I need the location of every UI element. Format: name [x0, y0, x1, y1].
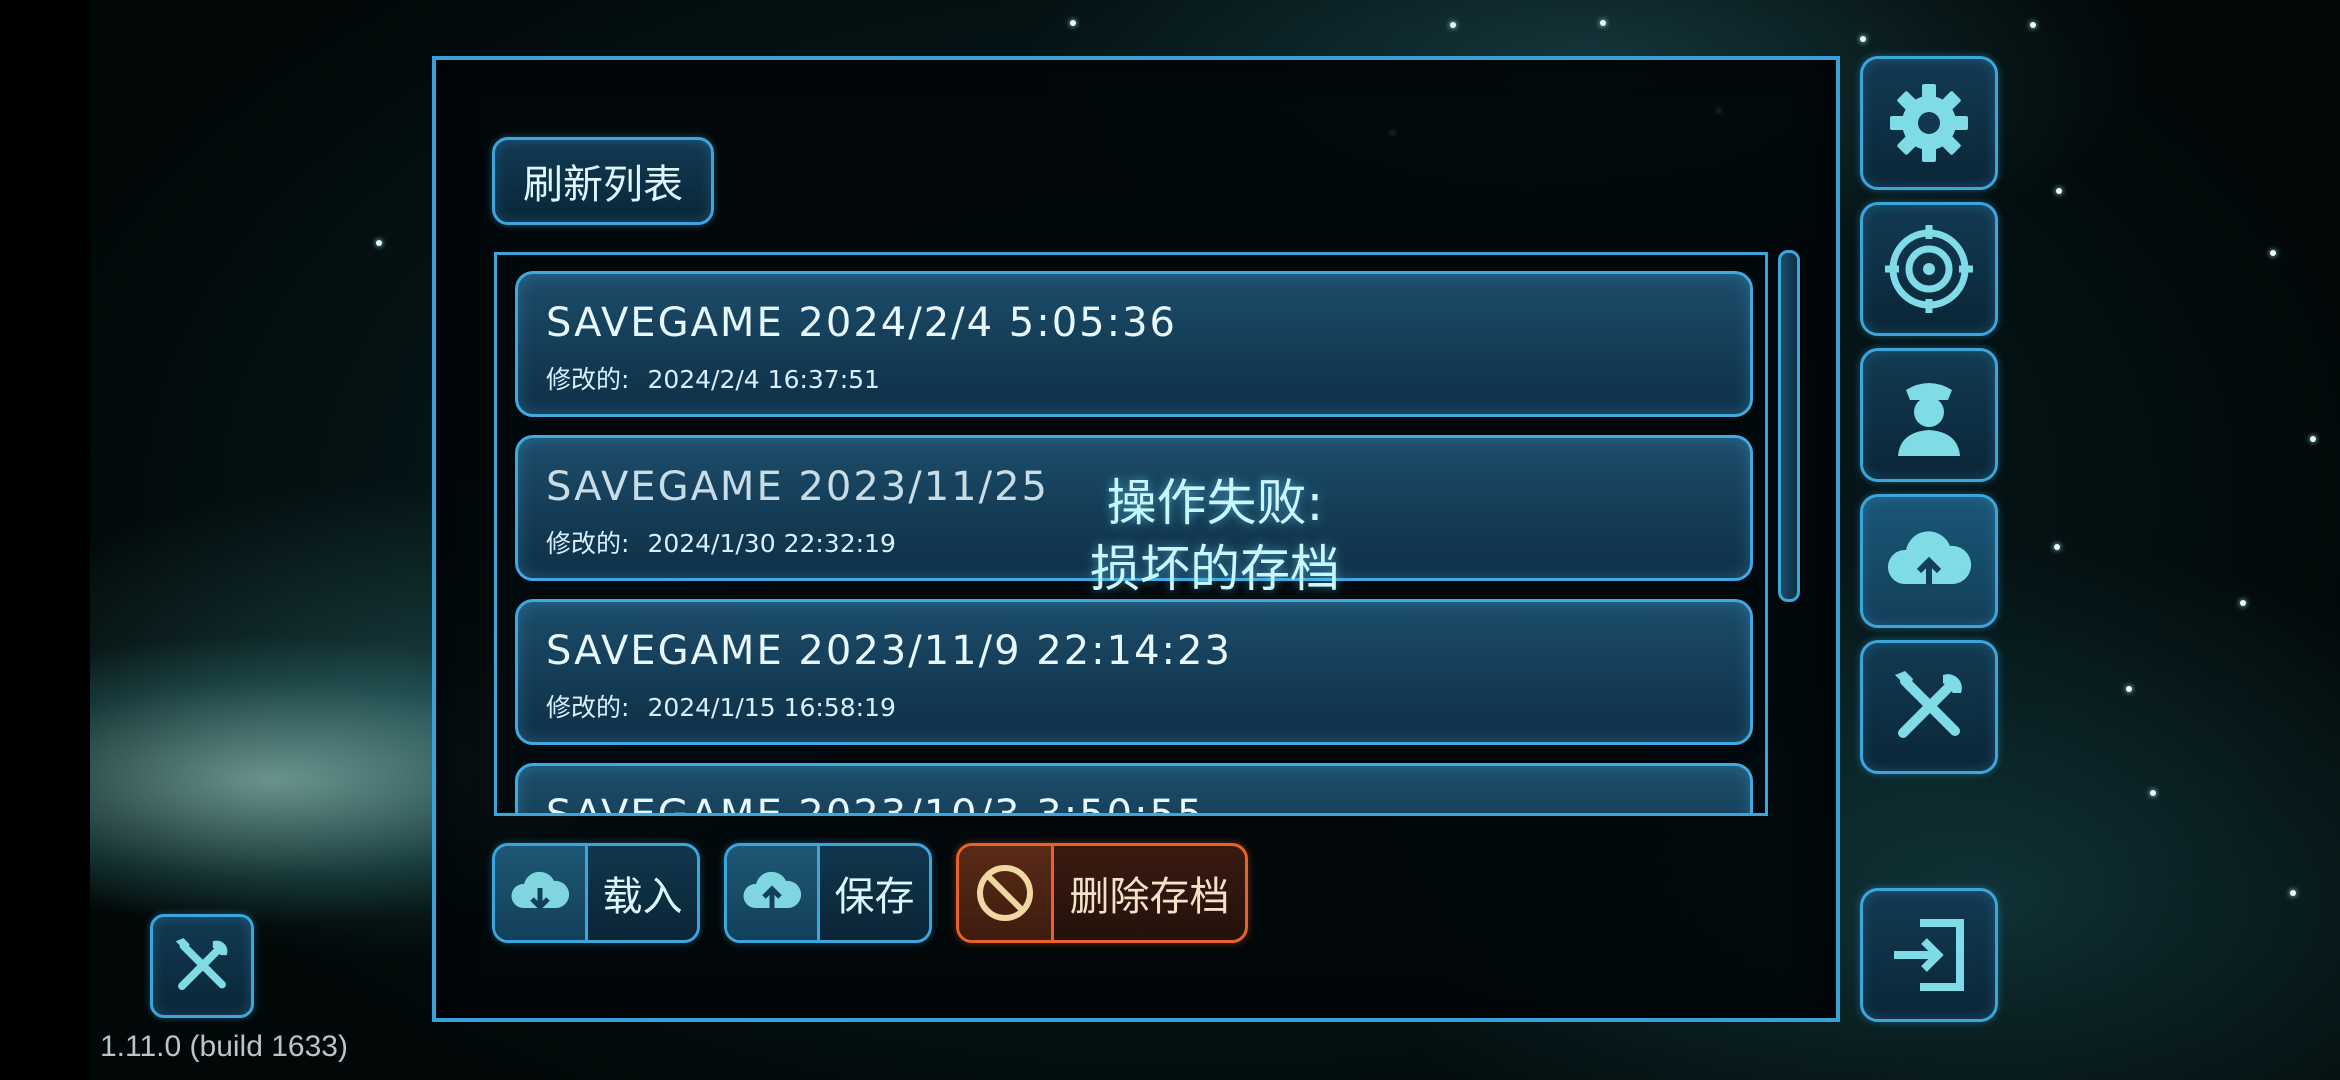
modified-label: 修改的:: [546, 693, 630, 722]
target-icon: [1885, 225, 1973, 313]
pilot-icon: [1898, 383, 1960, 456]
load-button[interactable]: 载入: [492, 843, 700, 943]
cloud-download-icon: [495, 846, 588, 940]
save-item[interactable]: SAVEGAME 2023/11/9 22:14:23 修改的: 2024/1/1…: [515, 599, 1753, 745]
error-message: 操作失败: 损坏的存档: [1020, 470, 1410, 602]
settings-button[interactable]: [1860, 56, 1998, 190]
version-label: 1.11.0 (build 1633): [100, 1030, 348, 1063]
exit-button[interactable]: [1860, 888, 1998, 1022]
modified-date: 2024/1/30 22:32:19: [647, 529, 896, 558]
cloud-save-button[interactable]: [1860, 494, 1998, 628]
tools-button[interactable]: [1860, 640, 1998, 774]
save-modified: 修改的: 2024/1/15 16:58:19: [546, 688, 896, 724]
delete-label: 删除存档: [1069, 874, 1230, 920]
load-label: 载入: [602, 874, 683, 920]
save-title: SAVEGAME 2024/2/4 5:05:36: [546, 300, 1177, 346]
modified-date: 2024/1/15 16:58:19: [647, 693, 896, 722]
gear-icon: [1890, 84, 1968, 162]
pilot-button[interactable]: [1860, 348, 1998, 482]
refresh-list-button[interactable]: 刷新列表: [492, 137, 714, 225]
save-title: SAVEGAME 2023/11/9 22:14:23: [546, 628, 1232, 674]
tools-icon: [1895, 671, 1962, 738]
target-button[interactable]: [1860, 202, 1998, 336]
save-title: SAVEGAME 2023/10/3 3:50:55: [546, 792, 1205, 816]
save-modified: 修改的: 2024/1/30 22:32:19: [546, 524, 896, 560]
save-label: 保存: [834, 874, 915, 920]
cloud-upload-icon: [727, 846, 820, 940]
debug-tools-button[interactable]: [150, 914, 254, 1018]
list-scrollbar[interactable]: [1778, 250, 1800, 602]
save-title: SAVEGAME 2023/11/25: [546, 464, 1049, 510]
modified-label: 修改的:: [546, 529, 630, 558]
error-line-2: 损坏的存档: [1090, 540, 1340, 598]
modified-label: 修改的:: [546, 365, 630, 394]
cloud-upload-icon: [1887, 531, 1972, 586]
prohibited-icon: [959, 846, 1054, 940]
save-button[interactable]: 保存: [724, 843, 932, 943]
save-item[interactable]: SAVEGAME 2023/10/3 3:50:55: [515, 763, 1753, 816]
exit-icon: [1894, 919, 1964, 991]
error-line-1: 操作失败:: [1106, 474, 1324, 532]
tools-icon: [175, 938, 228, 990]
delete-save-button[interactable]: 删除存档: [956, 843, 1248, 943]
modified-date: 2024/2/4 16:37:51: [647, 365, 880, 394]
save-modified: 修改的: 2024/2/4 16:37:51: [546, 360, 880, 396]
save-item[interactable]: SAVEGAME 2024/2/4 5:05:36 修改的: 2024/2/4 1…: [515, 271, 1753, 417]
